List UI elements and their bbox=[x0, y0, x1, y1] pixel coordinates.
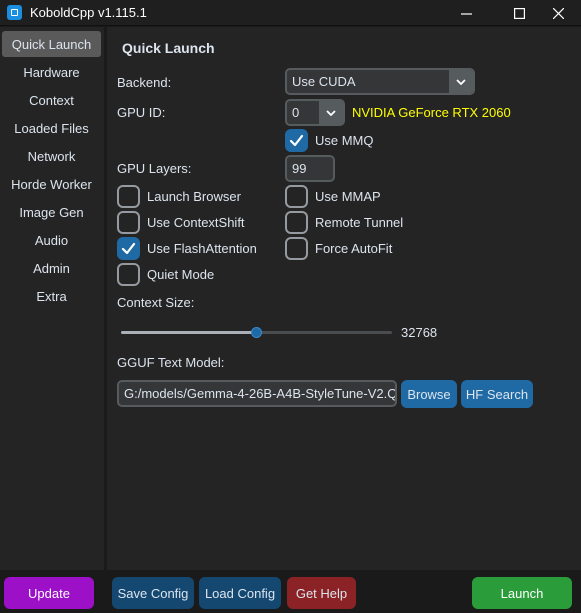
use-flashattention-label: Use FlashAttention bbox=[147, 241, 257, 256]
backend-label: Backend: bbox=[117, 75, 172, 90]
checkmark-icon bbox=[121, 242, 136, 255]
force-autofit-label: Force AutoFit bbox=[315, 241, 393, 256]
sidebar-item-audio[interactable]: Audio bbox=[2, 227, 101, 253]
gpu-layers-label: GPU Layers: bbox=[117, 161, 192, 176]
use-flashattention-checkbox[interactable] bbox=[117, 237, 140, 260]
gpu-id-label: GPU ID: bbox=[117, 105, 166, 120]
use-mmq-checkbox[interactable] bbox=[285, 129, 308, 152]
context-size-slider[interactable] bbox=[121, 327, 392, 338]
backend-select[interactable]: Use CUDA bbox=[285, 68, 475, 95]
page-title: Quick Launch bbox=[122, 40, 215, 56]
gguf-model-input[interactable]: G:/models/Gemma-4-26B-A4B-StyleTune-V2.Q… bbox=[117, 380, 397, 407]
quiet-mode-label: Quiet Mode bbox=[147, 267, 215, 282]
context-size-slider-handle[interactable] bbox=[251, 327, 262, 338]
quiet-mode-checkbox[interactable] bbox=[117, 263, 140, 286]
koboldcpp-app-icon bbox=[7, 5, 22, 20]
save-config-button[interactable]: Save Config bbox=[112, 577, 194, 609]
maximize-icon bbox=[513, 7, 525, 19]
sidebar-item-admin[interactable]: Admin bbox=[2, 255, 101, 281]
close-button[interactable] bbox=[535, 0, 581, 26]
launch-button[interactable]: Launch bbox=[472, 577, 572, 609]
sidebar-item-network[interactable]: Network bbox=[2, 143, 101, 169]
gpu-id-select[interactable]: 0 bbox=[285, 99, 345, 126]
title-bar: KoboldCpp v1.115.1 bbox=[0, 0, 581, 26]
use-mmap-label: Use MMAP bbox=[315, 189, 381, 204]
sidebar-item-loaded-files[interactable]: Loaded Files bbox=[2, 115, 101, 141]
sidebar-item-context[interactable]: Context bbox=[2, 87, 101, 113]
use-mmq-label: Use MMQ bbox=[315, 133, 374, 148]
update-button[interactable]: Update bbox=[4, 577, 94, 609]
hf-search-button[interactable]: HF Search bbox=[461, 380, 533, 408]
context-size-label: Context Size: bbox=[117, 295, 195, 310]
minimize-icon bbox=[460, 12, 472, 15]
chevron-down-icon[interactable] bbox=[449, 70, 473, 93]
sidebar-item-extra[interactable]: Extra bbox=[2, 283, 101, 309]
use-mmap-checkbox[interactable] bbox=[285, 185, 308, 208]
gpu-name-text: NVIDIA GeForce RTX 2060 bbox=[352, 105, 511, 120]
remote-tunnel-checkbox[interactable] bbox=[285, 211, 308, 234]
sidebar-item-horde-worker[interactable]: Horde Worker bbox=[2, 171, 101, 197]
launch-browser-checkbox[interactable] bbox=[117, 185, 140, 208]
context-size-slider-fill bbox=[121, 331, 257, 334]
sidebar-item-image-gen[interactable]: Image Gen bbox=[2, 199, 101, 225]
gpu-layers-input[interactable]: 99 bbox=[285, 155, 335, 182]
launch-browser-label: Launch Browser bbox=[147, 189, 241, 204]
sidebar-item-hardware[interactable]: Hardware bbox=[2, 59, 101, 85]
window-title: KoboldCpp v1.115.1 bbox=[30, 5, 147, 20]
gpu-id-select-value: 0 bbox=[292, 105, 300, 120]
use-contextshift-checkbox[interactable] bbox=[117, 211, 140, 234]
browse-button[interactable]: Browse bbox=[401, 380, 457, 408]
context-size-value: 32768 bbox=[401, 325, 438, 340]
force-autofit-checkbox[interactable] bbox=[285, 237, 308, 260]
use-contextshift-label: Use ContextShift bbox=[147, 215, 245, 230]
get-help-button[interactable]: Get Help bbox=[287, 577, 356, 609]
remote-tunnel-label: Remote Tunnel bbox=[315, 215, 404, 230]
close-icon bbox=[552, 7, 564, 19]
backend-select-value: Use CUDA bbox=[292, 74, 356, 89]
gguf-model-label: GGUF Text Model: bbox=[117, 355, 225, 370]
sidebar-item-quick-launch[interactable]: Quick Launch bbox=[2, 31, 101, 57]
checkmark-icon bbox=[289, 134, 304, 147]
load-config-button[interactable]: Load Config bbox=[199, 577, 281, 609]
minimize-button[interactable] bbox=[443, 0, 489, 26]
chevron-down-icon[interactable] bbox=[319, 101, 343, 124]
